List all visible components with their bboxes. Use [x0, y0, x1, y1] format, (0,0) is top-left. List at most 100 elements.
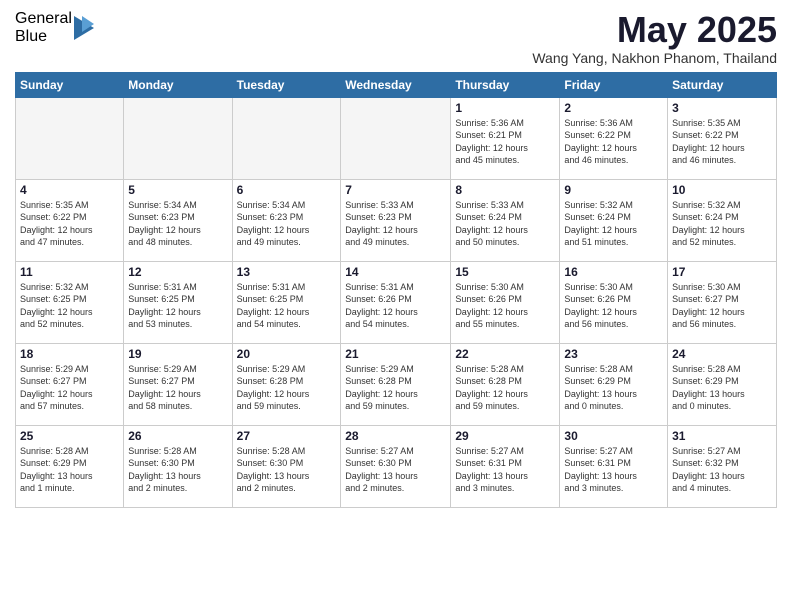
title-section: May 2025 Wang Yang, Nakhon Phanom, Thail… — [532, 10, 777, 66]
day-info: Sunrise: 5:27 AM Sunset: 6:31 PM Dayligh… — [455, 445, 555, 495]
day-info: Sunrise: 5:28 AM Sunset: 6:29 PM Dayligh… — [564, 363, 663, 413]
day-info: Sunrise: 5:31 AM Sunset: 6:26 PM Dayligh… — [345, 281, 446, 331]
day-number: 18 — [20, 347, 119, 361]
day-info: Sunrise: 5:28 AM Sunset: 6:30 PM Dayligh… — [237, 445, 337, 495]
day-info: Sunrise: 5:31 AM Sunset: 6:25 PM Dayligh… — [128, 281, 227, 331]
day-info: Sunrise: 5:27 AM Sunset: 6:30 PM Dayligh… — [345, 445, 446, 495]
col-tuesday: Tuesday — [232, 72, 341, 97]
day-number: 7 — [345, 183, 446, 197]
day-number: 25 — [20, 429, 119, 443]
table-row — [232, 97, 341, 179]
day-info: Sunrise: 5:31 AM Sunset: 6:25 PM Dayligh… — [237, 281, 337, 331]
day-number: 6 — [237, 183, 337, 197]
logo-general: General — [15, 10, 72, 28]
day-info: Sunrise: 5:35 AM Sunset: 6:22 PM Dayligh… — [20, 199, 119, 249]
logo-icon — [74, 16, 94, 40]
col-sunday: Sunday — [16, 72, 124, 97]
day-info: Sunrise: 5:32 AM Sunset: 6:24 PM Dayligh… — [672, 199, 772, 249]
day-number: 19 — [128, 347, 227, 361]
day-info: Sunrise: 5:27 AM Sunset: 6:31 PM Dayligh… — [564, 445, 663, 495]
day-info: Sunrise: 5:33 AM Sunset: 6:23 PM Dayligh… — [345, 199, 446, 249]
day-info: Sunrise: 5:29 AM Sunset: 6:28 PM Dayligh… — [237, 363, 337, 413]
day-number: 24 — [672, 347, 772, 361]
day-number: 27 — [237, 429, 337, 443]
table-row: 27 Sunrise: 5:28 AM Sunset: 6:30 PM Dayli… — [232, 425, 341, 507]
table-row: 1 Sunrise: 5:36 AM Sunset: 6:21 PM Daylig… — [451, 97, 560, 179]
day-number: 15 — [455, 265, 555, 279]
day-info: Sunrise: 5:33 AM Sunset: 6:24 PM Dayligh… — [455, 199, 555, 249]
table-row: 15 Sunrise: 5:30 AM Sunset: 6:26 PM Dayli… — [451, 261, 560, 343]
table-row: 31Sunrise: 5:27 AM Sunset: 6:32 PM Dayli… — [668, 425, 777, 507]
day-info: Sunrise: 5:30 AM Sunset: 6:27 PM Dayligh… — [672, 281, 772, 331]
day-number: 11 — [20, 265, 119, 279]
day-number: 1 — [455, 101, 555, 115]
table-row: 9 Sunrise: 5:32 AM Sunset: 6:24 PM Daylig… — [560, 179, 668, 261]
month-title: May 2025 — [532, 10, 777, 50]
calendar-week-row: 11Sunrise: 5:32 AM Sunset: 6:25 PM Dayli… — [16, 261, 777, 343]
table-row: 17Sunrise: 5:30 AM Sunset: 6:27 PM Dayli… — [668, 261, 777, 343]
day-info: Sunrise: 5:27 AM Sunset: 6:32 PM Dayligh… — [672, 445, 772, 495]
col-monday: Monday — [124, 72, 232, 97]
table-row: 29Sunrise: 5:27 AM Sunset: 6:31 PM Dayli… — [451, 425, 560, 507]
day-number: 5 — [128, 183, 227, 197]
table-row: 23 Sunrise: 5:28 AM Sunset: 6:29 PM Dayli… — [560, 343, 668, 425]
day-number: 16 — [564, 265, 663, 279]
day-number: 10 — [672, 183, 772, 197]
table-row: 30Sunrise: 5:27 AM Sunset: 6:31 PM Dayli… — [560, 425, 668, 507]
table-row: 11Sunrise: 5:32 AM Sunset: 6:25 PM Dayli… — [16, 261, 124, 343]
day-info: Sunrise: 5:36 AM Sunset: 6:22 PM Dayligh… — [564, 117, 663, 167]
day-number: 20 — [237, 347, 337, 361]
table-row: 4 Sunrise: 5:35 AM Sunset: 6:22 PM Daylig… — [16, 179, 124, 261]
table-row: 28 Sunrise: 5:27 AM Sunset: 6:30 PM Dayli… — [341, 425, 451, 507]
table-row: 18 Sunrise: 5:29 AM Sunset: 6:27 PM Dayli… — [16, 343, 124, 425]
calendar-week-row: 1 Sunrise: 5:36 AM Sunset: 6:21 PM Daylig… — [16, 97, 777, 179]
day-info: Sunrise: 5:29 AM Sunset: 6:27 PM Dayligh… — [20, 363, 119, 413]
table-row: 19 Sunrise: 5:29 AM Sunset: 6:27 PM Dayli… — [124, 343, 232, 425]
day-info: Sunrise: 5:30 AM Sunset: 6:26 PM Dayligh… — [564, 281, 663, 331]
day-info: Sunrise: 5:30 AM Sunset: 6:26 PM Dayligh… — [455, 281, 555, 331]
col-thursday: Thursday — [451, 72, 560, 97]
day-info: Sunrise: 5:28 AM Sunset: 6:29 PM Dayligh… — [20, 445, 119, 495]
day-info: Sunrise: 5:36 AM Sunset: 6:21 PM Dayligh… — [455, 117, 555, 167]
day-info: Sunrise: 5:28 AM Sunset: 6:29 PM Dayligh… — [672, 363, 772, 413]
day-number: 12 — [128, 265, 227, 279]
day-number: 26 — [128, 429, 227, 443]
table-row — [124, 97, 232, 179]
table-row: 20 Sunrise: 5:29 AM Sunset: 6:28 PM Dayli… — [232, 343, 341, 425]
calendar-week-row: 18 Sunrise: 5:29 AM Sunset: 6:27 PM Dayli… — [16, 343, 777, 425]
table-row — [16, 97, 124, 179]
calendar-week-row: 25 Sunrise: 5:28 AM Sunset: 6:29 PM Dayli… — [16, 425, 777, 507]
location: Wang Yang, Nakhon Phanom, Thailand — [532, 50, 777, 66]
table-row: 13 Sunrise: 5:31 AM Sunset: 6:25 PM Dayli… — [232, 261, 341, 343]
logo-blue: Blue — [15, 28, 72, 46]
day-number: 8 — [455, 183, 555, 197]
day-number: 9 — [564, 183, 663, 197]
header: General Blue May 2025 Wang Yang, Nakhon … — [15, 10, 777, 66]
day-info: Sunrise: 5:34 AM Sunset: 6:23 PM Dayligh… — [237, 199, 337, 249]
table-row: 24 Sunrise: 5:28 AM Sunset: 6:29 PM Dayli… — [668, 343, 777, 425]
day-number: 21 — [345, 347, 446, 361]
table-row: 26 Sunrise: 5:28 AM Sunset: 6:30 PM Dayli… — [124, 425, 232, 507]
day-number: 23 — [564, 347, 663, 361]
table-row: 5Sunrise: 5:34 AM Sunset: 6:23 PM Daylig… — [124, 179, 232, 261]
day-info: Sunrise: 5:32 AM Sunset: 6:24 PM Dayligh… — [564, 199, 663, 249]
table-row: 6 Sunrise: 5:34 AM Sunset: 6:23 PM Daylig… — [232, 179, 341, 261]
calendar-header-row: Sunday Monday Tuesday Wednesday Thursday… — [16, 72, 777, 97]
day-info: Sunrise: 5:35 AM Sunset: 6:22 PM Dayligh… — [672, 117, 772, 167]
table-row: 16 Sunrise: 5:30 AM Sunset: 6:26 PM Dayli… — [560, 261, 668, 343]
day-number: 3 — [672, 101, 772, 115]
day-number: 28 — [345, 429, 446, 443]
day-info: Sunrise: 5:28 AM Sunset: 6:30 PM Dayligh… — [128, 445, 227, 495]
table-row: 2 Sunrise: 5:36 AM Sunset: 6:22 PM Daylig… — [560, 97, 668, 179]
table-row: 12 Sunrise: 5:31 AM Sunset: 6:25 PM Dayli… — [124, 261, 232, 343]
day-number: 14 — [345, 265, 446, 279]
calendar-table: Sunday Monday Tuesday Wednesday Thursday… — [15, 72, 777, 508]
day-number: 13 — [237, 265, 337, 279]
table-row: 21Sunrise: 5:29 AM Sunset: 6:28 PM Dayli… — [341, 343, 451, 425]
day-number: 2 — [564, 101, 663, 115]
table-row: 14 Sunrise: 5:31 AM Sunset: 6:26 PM Dayli… — [341, 261, 451, 343]
table-row: 3 Sunrise: 5:35 AM Sunset: 6:22 PM Daylig… — [668, 97, 777, 179]
table-row — [341, 97, 451, 179]
day-number: 4 — [20, 183, 119, 197]
day-info: Sunrise: 5:29 AM Sunset: 6:27 PM Dayligh… — [128, 363, 227, 413]
